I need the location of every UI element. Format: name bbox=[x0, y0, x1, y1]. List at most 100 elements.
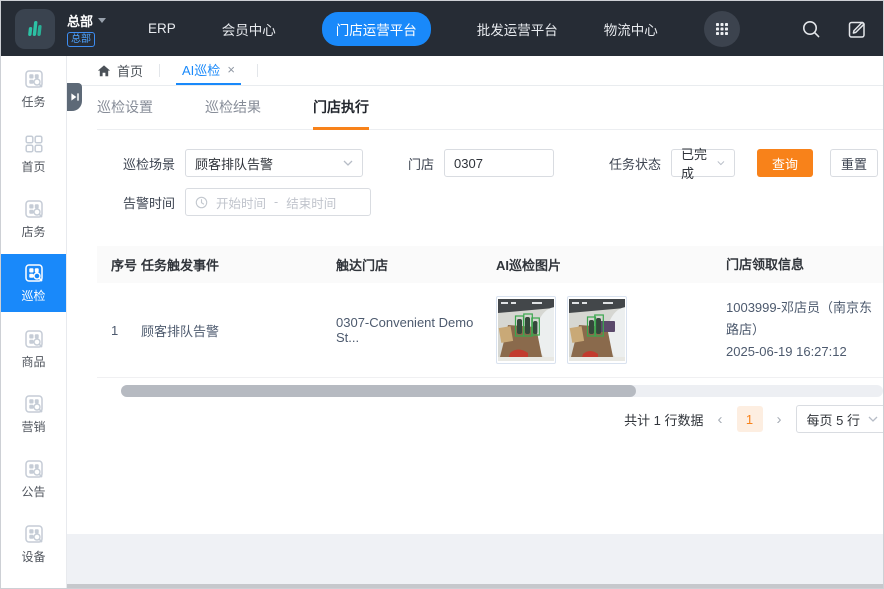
nav-logistics-center[interactable]: 物流中心 bbox=[604, 19, 658, 39]
module-search-icon bbox=[23, 198, 45, 220]
content-panel: 巡检设置 巡检结果 门店执行 巡检场景 顾客排队告警 门店 bbox=[67, 86, 883, 534]
chevron-down-icon bbox=[343, 160, 353, 166]
scene-filter-label: 巡检场景 bbox=[123, 154, 175, 173]
cell-reached-store: 0307-Convenient Demo St... bbox=[336, 315, 496, 345]
page-number[interactable]: 1 bbox=[737, 406, 763, 432]
sidebar-item-label: 公告 bbox=[21, 483, 45, 500]
sidebar-item-label: 任务 bbox=[21, 93, 45, 110]
window-hscrollbar[interactable] bbox=[67, 584, 883, 589]
compose-icon[interactable] bbox=[847, 19, 867, 39]
breadcrumb: 首页 AI巡检 × bbox=[67, 56, 883, 86]
page-size-select[interactable]: 每页 5 行 bbox=[796, 405, 883, 433]
scene-select[interactable]: 顾客排队告警 bbox=[185, 149, 363, 177]
scene-select-value: 顾客排队告警 bbox=[195, 154, 273, 173]
table-hscrollbar-thumb[interactable] bbox=[121, 385, 636, 397]
sidebar-item-label: 商品 bbox=[21, 353, 45, 370]
apps-grid-icon[interactable] bbox=[704, 11, 740, 47]
col-header-ai-images: AI巡检图片 bbox=[496, 255, 726, 274]
store-filter-label: 门店 bbox=[408, 154, 434, 173]
alert-time-range-picker[interactable]: 开始时间 - 结束时间 bbox=[185, 188, 371, 216]
sidebar-item-tasks[interactable]: 任务 bbox=[1, 56, 66, 121]
cell-claim-info: 1003999-邓店员（南京东路店） 2025-06-19 16:27:12 bbox=[726, 297, 883, 363]
store-input[interactable] bbox=[444, 149, 554, 177]
left-sidebar: 任务 首页 店务 巡检 商品 营销 bbox=[1, 56, 67, 589]
col-header-trigger-event: 任务触发事件 bbox=[141, 255, 336, 274]
sidebar-item-goods[interactable]: 商品 bbox=[1, 316, 66, 381]
four-squares-icon bbox=[23, 133, 45, 155]
pagination: 共计 1 行数据 ‹ 1 › 每页 5 行 bbox=[97, 405, 883, 433]
alert-time-filter-label: 告警时间 bbox=[123, 193, 175, 212]
sidebar-item-store-affairs[interactable]: 店务 bbox=[1, 186, 66, 251]
status-select-value: 已完成 bbox=[681, 144, 711, 182]
sidebar-item-home[interactable]: 首页 bbox=[1, 121, 66, 186]
pagination-total: 共计 1 行数据 bbox=[624, 410, 703, 429]
home-icon bbox=[97, 64, 111, 78]
page-background bbox=[67, 534, 883, 584]
collapse-sidebar-handle[interactable] bbox=[67, 83, 82, 111]
claim-time: 2025-06-19 16:27:12 bbox=[726, 341, 883, 363]
prev-page-icon[interactable]: ‹ bbox=[718, 412, 723, 427]
brand-bars-icon bbox=[23, 17, 47, 41]
start-time-placeholder: 开始时间 bbox=[216, 193, 266, 212]
close-tab-icon[interactable]: × bbox=[227, 63, 235, 76]
search-icon[interactable] bbox=[801, 19, 821, 39]
col-header-serial: 序号 bbox=[97, 255, 141, 274]
sidebar-item-inspection[interactable]: 巡检 bbox=[1, 254, 66, 312]
claim-person: 1003999-邓店员（南京东路店） bbox=[726, 297, 883, 341]
sidebar-item-label: 店务 bbox=[21, 223, 45, 240]
chevron-down-icon bbox=[868, 416, 878, 422]
tab-inspection-results[interactable]: 巡检结果 bbox=[205, 87, 261, 130]
inspection-image-1[interactable] bbox=[496, 296, 556, 364]
sidebar-item-label: 首页 bbox=[21, 158, 45, 175]
module-search-icon bbox=[23, 68, 45, 90]
status-select[interactable]: 已完成 bbox=[671, 149, 735, 177]
app-window: 总部 总部 ERP 会员中心 门店运营平台 批发运营平台 物流中心 bbox=[0, 0, 884, 589]
breadcrumb-home-label: 首页 bbox=[117, 61, 143, 80]
cell-ai-images bbox=[496, 296, 726, 364]
cell-trigger-event: 顾客排队告警 bbox=[141, 321, 336, 340]
nav-store-operation-platform[interactable]: 门店运营平台 bbox=[322, 12, 431, 46]
tab-store-execution[interactable]: 门店执行 bbox=[313, 87, 369, 130]
breadcrumb-home[interactable]: 首页 bbox=[97, 56, 143, 85]
table-hscrollbar[interactable] bbox=[121, 385, 883, 397]
clock-icon bbox=[195, 196, 208, 209]
nav-member-center[interactable]: 会员中心 bbox=[222, 19, 276, 39]
reset-button[interactable]: 重置 bbox=[830, 149, 878, 177]
table-header-row: 序号 任务触发事件 触达门店 AI巡检图片 门店领取信息 bbox=[97, 246, 883, 283]
sidebar-item-partial[interactable] bbox=[1, 576, 66, 589]
topbar: 总部 总部 ERP 会员中心 门店运营平台 批发运营平台 物流中心 bbox=[1, 1, 883, 56]
top-nav: ERP 会员中心 门店运营平台 批发运营平台 物流中心 bbox=[148, 11, 740, 47]
nav-wholesale-operation-platform[interactable]: 批发运营平台 bbox=[477, 19, 558, 39]
module-search-icon bbox=[23, 523, 45, 545]
range-separator: - bbox=[274, 195, 278, 209]
nav-erp[interactable]: ERP bbox=[148, 21, 176, 36]
nine-dots-icon bbox=[715, 22, 729, 36]
main-area: 首页 AI巡检 × 巡检设置 巡检结果 门店执行 巡检场景 bbox=[67, 56, 883, 589]
sidebar-item-devices[interactable]: 设备 bbox=[1, 511, 66, 576]
org-badge: 总部 bbox=[67, 32, 95, 47]
app-logo-icon[interactable] bbox=[15, 9, 55, 49]
query-button[interactable]: 查询 bbox=[757, 149, 813, 177]
col-header-claim-info: 门店领取信息 bbox=[726, 254, 883, 276]
status-filter-label: 任务状态 bbox=[609, 154, 661, 173]
sidebar-item-announcements[interactable]: 公告 bbox=[1, 446, 66, 511]
org-name: 总部 bbox=[67, 11, 93, 30]
sidebar-item-marketing[interactable]: 营销 bbox=[1, 381, 66, 446]
sidebar-item-label: 设备 bbox=[21, 548, 45, 565]
results-table: 序号 任务触发事件 触达门店 AI巡检图片 门店领取信息 1 顾客排队告警 03… bbox=[97, 246, 883, 378]
divider bbox=[159, 64, 160, 77]
sidebar-item-label: 巡检 bbox=[21, 287, 45, 304]
breadcrumb-tab-ai-inspection[interactable]: AI巡检 × bbox=[176, 56, 241, 85]
topbar-actions bbox=[801, 19, 867, 39]
inspection-image-2[interactable] bbox=[567, 296, 627, 364]
tab-inspection-settings[interactable]: 巡检设置 bbox=[97, 87, 153, 130]
sub-tabs: 巡检设置 巡检结果 门店执行 bbox=[97, 86, 883, 130]
module-search-icon bbox=[23, 262, 45, 284]
org-switcher[interactable]: 总部 总部 bbox=[67, 11, 106, 47]
end-time-placeholder: 结束时间 bbox=[286, 193, 336, 212]
table-row: 1 顾客排队告警 0307-Convenient Demo St... bbox=[97, 283, 883, 378]
next-page-icon[interactable]: › bbox=[777, 412, 782, 427]
expand-icon bbox=[70, 92, 80, 102]
module-search-icon bbox=[23, 393, 45, 415]
chevron-down-icon bbox=[717, 160, 725, 166]
